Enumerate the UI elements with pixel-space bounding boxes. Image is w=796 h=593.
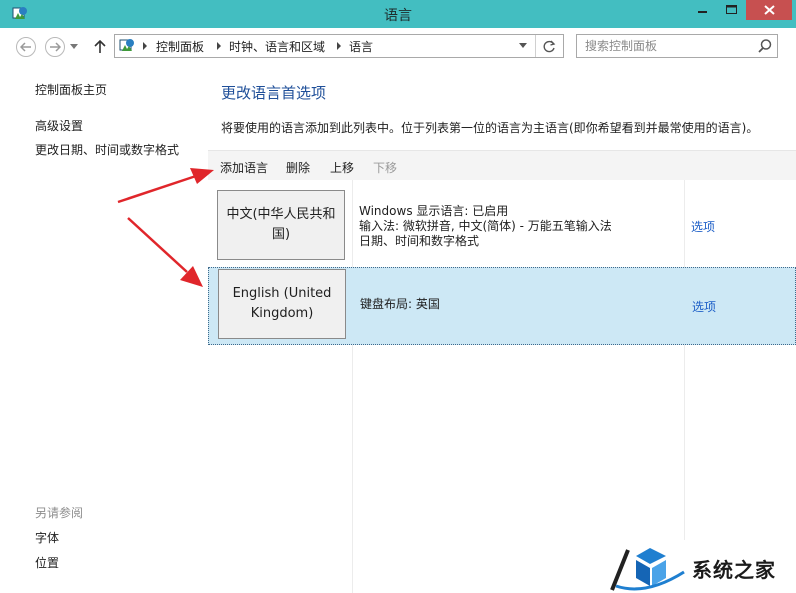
language-details: Windows 显示语言: 已启用 输入法: 微软拼音, 中文(简体) - 万能… [359, 204, 612, 249]
see-also-heading: 另请参阅 [35, 506, 84, 520]
up-button[interactable] [92, 37, 108, 57]
move-down-button[interactable]: 下移 [373, 159, 397, 176]
refresh-icon [543, 40, 556, 52]
breadcrumb-language[interactable]: 语言 [349, 38, 373, 55]
language-row-english[interactable]: English (United Kingdom) 键盘布局: 英国 选项 [208, 267, 796, 345]
date-time-format: 日期、时间和数字格式 [359, 234, 480, 248]
add-language-button[interactable]: 添加语言 [220, 159, 268, 176]
remove-button[interactable]: 删除 [286, 159, 310, 176]
language-window: 语言 控制面板 时钟、语言和区域 语言 搜索控制面板 控制面板主页 高级设置 更… [0, 0, 796, 593]
search-input[interactable] [585, 37, 753, 55]
forward-arrow-icon [50, 42, 61, 52]
display-language-status: Windows 显示语言: 已启用 [359, 204, 509, 218]
language-list: 中文(中华人民共和国) Windows 显示语言: 已启用 输入法: 微软拼音,… [208, 180, 796, 593]
language-row-chinese[interactable]: 中文(中华人民共和国) Windows 显示语言: 已启用 输入法: 微软拼音,… [208, 184, 796, 268]
chevron-down-icon [519, 43, 527, 48]
close-button[interactable] [746, 0, 792, 20]
annotation-arrow [117, 168, 214, 204]
refresh-button[interactable] [535, 35, 563, 57]
window-title: 语言 [384, 8, 412, 24]
watermark-logo-icon [610, 548, 685, 591]
search-box[interactable] [576, 34, 778, 58]
breadcrumb-separator-icon[interactable] [143, 42, 147, 50]
control-panel-icon [119, 39, 134, 51]
minimize-icon [698, 11, 707, 13]
address-dropdown-button[interactable] [513, 37, 533, 55]
search-icon[interactable] [757, 38, 773, 54]
address-bar[interactable]: 控制面板 时钟、语言和区域 语言 [114, 34, 564, 58]
sidebar-item-change-date-time-format[interactable]: 更改日期、时间或数字格式 [35, 141, 179, 158]
watermark-text: 系统之家 [692, 558, 776, 582]
sidebar-item-advanced-settings[interactable]: 高级设置 [35, 117, 83, 134]
watermark: 系统之家 [600, 540, 796, 593]
language-tile[interactable]: 中文(中华人民共和国) [217, 190, 345, 260]
close-icon [763, 5, 775, 15]
back-button[interactable] [16, 37, 36, 57]
title-bar: 语言 [0, 0, 796, 28]
up-arrow-icon [94, 40, 106, 53]
breadcrumb-clock-language-region[interactable]: 时钟、语言和区域 [229, 38, 325, 55]
page-description: 将要使用的语言添加到此列表中。位于列表第一位的语言为主语言(即你希望看到并最常使… [221, 121, 759, 135]
sidebar-item-control-panel-home[interactable]: 控制面板主页 [35, 81, 107, 98]
page-title: 更改语言首选项 [221, 84, 327, 102]
move-up-button[interactable]: 上移 [330, 159, 354, 176]
language-tile[interactable]: English (United Kingdom) [218, 269, 346, 339]
maximize-icon [725, 5, 737, 14]
recent-locations-icon[interactable] [70, 44, 78, 50]
breadcrumb-separator-icon[interactable] [217, 42, 221, 50]
keyboard-layout: 键盘布局: 英国 [360, 297, 440, 311]
see-also-location[interactable]: 位置 [35, 554, 59, 571]
maximize-button[interactable] [718, 0, 744, 20]
see-also-fonts[interactable]: 字体 [35, 529, 59, 546]
minimize-button[interactable] [690, 0, 716, 20]
back-arrow-icon [20, 42, 31, 52]
breadcrumb-separator-icon[interactable] [337, 42, 341, 50]
annotation-arrow [127, 217, 203, 287]
input-methods: 输入法: 微软拼音, 中文(简体) - 万能五笔输入法 [359, 219, 612, 233]
breadcrumb-control-panel[interactable]: 控制面板 [156, 38, 204, 55]
options-link[interactable]: 选项 [692, 298, 716, 315]
options-link[interactable]: 选项 [691, 218, 715, 235]
language-details: 键盘布局: 英国 [360, 297, 440, 312]
language-toolbar: 添加语言 删除 上移 下移 [208, 150, 796, 180]
navigation-bar: 控制面板 时钟、语言和区域 语言 [0, 28, 796, 64]
forward-button[interactable] [45, 37, 65, 57]
